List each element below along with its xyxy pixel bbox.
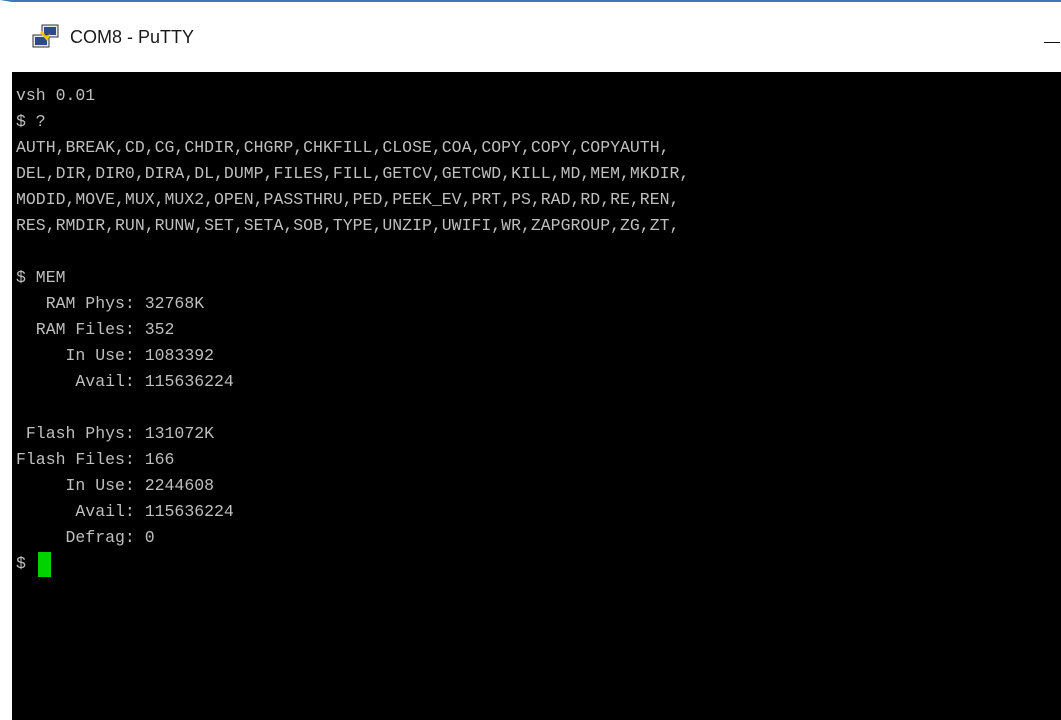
putty-window: COM8 - PuTTY vsh 0.01 $ ? AUTH,BREAK,CD,… <box>0 0 1061 720</box>
minimize-button[interactable] <box>1040 30 1060 48</box>
terminal-line: In Use: 2244608 <box>16 476 215 495</box>
terminal-line: vsh 0.01 <box>16 86 96 105</box>
terminal-line: In Use: 1083392 <box>16 346 215 365</box>
terminal-line: MODID,MOVE,MUX,MUX2,OPEN,PASSTHRU,PED,PE… <box>16 190 680 209</box>
terminal-line: Flash Files: 166 <box>16 450 175 469</box>
terminal-output: vsh 0.01 $ ? AUTH,BREAK,CD,CG,CHDIR,CHGR… <box>16 83 689 577</box>
window-title: COM8 - PuTTY <box>70 27 195 47</box>
terminal-screen[interactable]: vsh 0.01 $ ? AUTH,BREAK,CD,CG,CHDIR,CHGR… <box>12 72 1061 720</box>
terminal-line: Avail: 115636224 <box>16 372 234 391</box>
terminal-line: AUTH,BREAK,CD,CG,CHDIR,CHGRP,CHKFILL,CLO… <box>16 138 670 157</box>
minimize-icon <box>1044 42 1060 43</box>
terminal-line: DEL,DIR,DIR0,DIRA,DL,DUMP,FILES,FILL,GET… <box>16 164 690 183</box>
title-bar[interactable]: COM8 - PuTTY <box>12 2 1061 72</box>
terminal-line: $ MEM <box>16 268 66 287</box>
terminal-line: $ ? <box>16 112 46 131</box>
terminal-line: RAM Phys: 32768K <box>16 294 205 313</box>
prompt-symbol: $ <box>16 554 26 573</box>
terminal-line: RAM Files: 352 <box>16 320 175 339</box>
text-cursor <box>37 551 51 577</box>
terminal-line: Defrag: 0 <box>16 528 155 547</box>
terminal-line: Avail: 115636224 <box>16 502 234 521</box>
terminal-line: Flash Phys: 131072K <box>16 424 215 443</box>
terminal-line: RES,RMDIR,RUN,RUNW,SET,SETA,SOB,TYPE,UNZ… <box>16 216 680 235</box>
putty-icon <box>32 24 59 48</box>
command-prompt-line[interactable]: $ <box>16 551 689 577</box>
